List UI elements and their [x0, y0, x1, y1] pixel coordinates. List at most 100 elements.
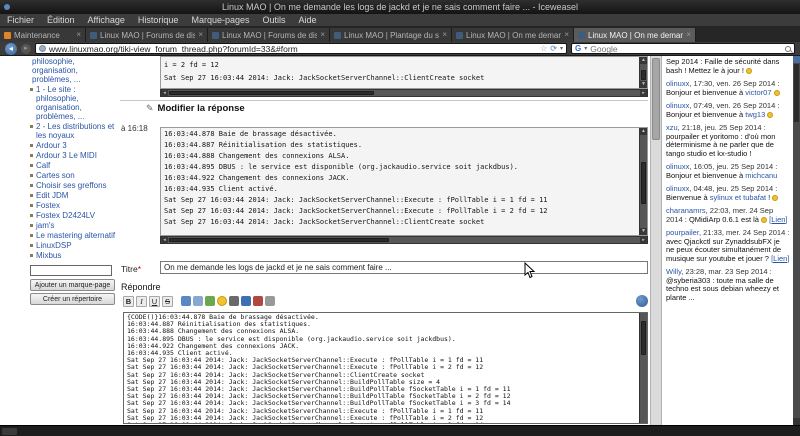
underline-button[interactable]: U: [149, 296, 160, 307]
bold-button[interactable]: B: [123, 296, 134, 307]
shout-user-link[interactable]: sylinux et tubafat: [710, 193, 766, 202]
menu-item-aide[interactable]: Aide: [299, 14, 317, 26]
scrollbar-thumb[interactable]: [641, 321, 646, 355]
tab-forums-2[interactable]: Linux MAO | Forums de discussion ... ×: [208, 28, 330, 42]
scrollbar-thumb[interactable]: [169, 238, 389, 242]
sidebar-item-label: Ardour 3 Le MIDI: [36, 151, 97, 160]
scroll-right-icon[interactable]: ▸: [640, 90, 647, 96]
tab-forums-1[interactable]: Linux MAO | Forums de discussion ... ×: [86, 28, 208, 42]
menu-item-outils[interactable]: Outils: [263, 14, 286, 26]
code-prev-hscrollbar[interactable]: ◂ ▸: [160, 89, 648, 97]
search-icon[interactable]: [785, 46, 791, 52]
shout-user-link[interactable]: michcanu: [745, 171, 777, 180]
reply-textarea[interactable]: {CODE()}16:03:44.878 Baie de brassage dé…: [123, 312, 648, 424]
tab-plantage-serveur[interactable]: Linux MAO | Plantage du serveur ... ×: [330, 28, 452, 42]
scrollbar-thumb[interactable]: [169, 91, 374, 95]
sidebar-item-ardour3[interactable]: Ardour 3: [30, 141, 116, 150]
tab-on-me-demande-active[interactable]: Linux MAO | On me demande les ... ×: [574, 28, 696, 42]
menu-item-affichage[interactable]: Affichage: [88, 14, 125, 26]
scroll-left-icon[interactable]: ◂: [161, 237, 168, 243]
tab-close-icon[interactable]: ×: [686, 31, 691, 39]
forward-button[interactable]: ▸: [21, 44, 31, 54]
table-delete-icon[interactable]: [253, 296, 263, 306]
hr-icon[interactable]: [265, 296, 275, 306]
smiley-icon: [774, 90, 780, 96]
scroll-left-icon[interactable]: ◂: [161, 90, 168, 96]
shout-user-link[interactable]: twg13: [745, 110, 765, 119]
scroll-right-icon[interactable]: ▸: [640, 237, 647, 243]
bookmark-name-input[interactable]: [30, 265, 112, 276]
menu-item-historique[interactable]: Historique: [138, 14, 179, 26]
page-scrollbar[interactable]: [650, 56, 662, 425]
back-button[interactable]: ◂: [5, 43, 17, 55]
sidebar-item-mastering[interactable]: Le mastering alternatif: [30, 231, 116, 240]
special-char-icon[interactable]: [229, 296, 239, 306]
scrollbar-thumb[interactable]: [794, 64, 799, 122]
search-engine-chevron-icon[interactable]: ▾: [584, 46, 587, 52]
search-bar[interactable]: G ▾: [571, 43, 795, 54]
menu-item-fichier[interactable]: Fichier: [7, 14, 34, 26]
scroll-down-icon[interactable]: ▼: [640, 228, 647, 235]
sidebar-item-fostex-d2424lv[interactable]: Fostex D2424LV: [30, 211, 116, 220]
scroll-down-icon[interactable]: ▼: [640, 81, 647, 88]
image-icon[interactable]: [205, 296, 215, 306]
sidebar-item-distributions[interactable]: 2 - Les distributions et les noyaux: [30, 122, 116, 140]
textarea-scrollbar[interactable]: [639, 313, 647, 423]
tab-close-icon[interactable]: ×: [320, 31, 325, 39]
create-folder-button[interactable]: Créer un répertoire: [30, 293, 115, 305]
fullscreen-editor-icon[interactable]: [636, 295, 648, 307]
sidebar-item-le-site[interactable]: 1 - Le site : philosophie, organisation,…: [30, 85, 116, 121]
wiki-page-icon[interactable]: [193, 296, 203, 306]
add-bookmark-button[interactable]: Ajouter un marque-page: [30, 279, 115, 291]
menu-item-marque-pages[interactable]: Marque-pages: [191, 14, 249, 26]
sidebar-item-fostex[interactable]: Fostex: [30, 201, 116, 210]
sidebar-item-ardour3-midi[interactable]: Ardour 3 Le MIDI: [30, 151, 116, 160]
smiley-icon[interactable]: [217, 296, 227, 306]
tab-maintenance[interactable]: Maintenance ×: [0, 28, 86, 42]
link-icon[interactable]: [181, 296, 191, 306]
tab-close-icon[interactable]: ×: [442, 31, 447, 39]
sidebar-item-cartes-son[interactable]: Cartes son: [30, 171, 116, 180]
chevron-down-icon[interactable]: ▾: [560, 46, 563, 52]
tab-close-icon[interactable]: ×: [76, 31, 81, 39]
scrollbar-thumb[interactable]: [641, 162, 646, 204]
tab-on-me-demande-1[interactable]: Linux MAO | On me demande les ... ×: [452, 28, 574, 42]
table-icon[interactable]: [241, 296, 251, 306]
tab-close-icon[interactable]: ×: [564, 31, 569, 39]
lien-link[interactable]: [Lien]: [769, 215, 787, 224]
code-prev-vscrollbar[interactable]: ▲ ▼: [639, 57, 647, 88]
sidebar-item-linuxdsp[interactable]: LinuxDSP: [30, 241, 116, 250]
title-input[interactable]: [160, 261, 648, 274]
page-scrollbar-thumb[interactable]: [652, 58, 660, 140]
search-input[interactable]: [590, 44, 782, 54]
sidebar-menu: philosophie, organisation, problèmes, ..…: [0, 56, 118, 425]
url-input[interactable]: [49, 44, 537, 54]
scroll-up-icon[interactable]: ▲: [640, 128, 647, 135]
scrollbar-thumb[interactable]: [641, 70, 646, 80]
shout-user-link[interactable]: victor07: [745, 88, 771, 97]
shoutbox-entry: pourpailer, 21:33, mer. 24 Sep 2014 : av…: [666, 229, 790, 263]
url-bar[interactable]: ☆ ⟳ ▾: [35, 43, 567, 54]
lien-link[interactable]: [Lien]: [771, 254, 789, 263]
scroll-up-icon[interactable]: [793, 56, 800, 63]
italic-button[interactable]: I: [136, 296, 147, 307]
sidebar-item-mixbus[interactable]: Mixbus: [30, 251, 116, 260]
shout-text: QMidiArp 0.6.1 est là: [689, 215, 761, 224]
code-log-vscrollbar[interactable]: ▲ ▼: [639, 128, 647, 235]
scroll-down-icon[interactable]: [793, 418, 800, 425]
post-separator: [120, 100, 648, 101]
sidebar-item[interactable]: philosophie, organisation, problèmes, ..…: [30, 57, 116, 84]
menu-item-edition[interactable]: Édition: [47, 14, 75, 26]
code-log-hscrollbar[interactable]: ◂ ▸: [160, 236, 648, 244]
shoutbox-scrollbar[interactable]: [793, 56, 800, 425]
bookmark-star-icon[interactable]: ☆: [540, 45, 547, 53]
scroll-up-icon[interactable]: ▲: [640, 57, 647, 64]
sidebar-item-calf[interactable]: Calf: [30, 161, 116, 170]
sidebar-item-edit-jdm[interactable]: Edit JDM: [30, 191, 116, 200]
sidebar-item-greffons[interactable]: Choisir ses greffons: [30, 181, 116, 190]
taskbar-button[interactable]: [2, 428, 17, 435]
sidebar-item-jams[interactable]: jam's: [30, 221, 116, 230]
tab-close-icon[interactable]: ×: [198, 31, 203, 39]
strikethrough-button[interactable]: S: [162, 296, 173, 307]
reload-icon[interactable]: ⟳: [550, 45, 557, 53]
